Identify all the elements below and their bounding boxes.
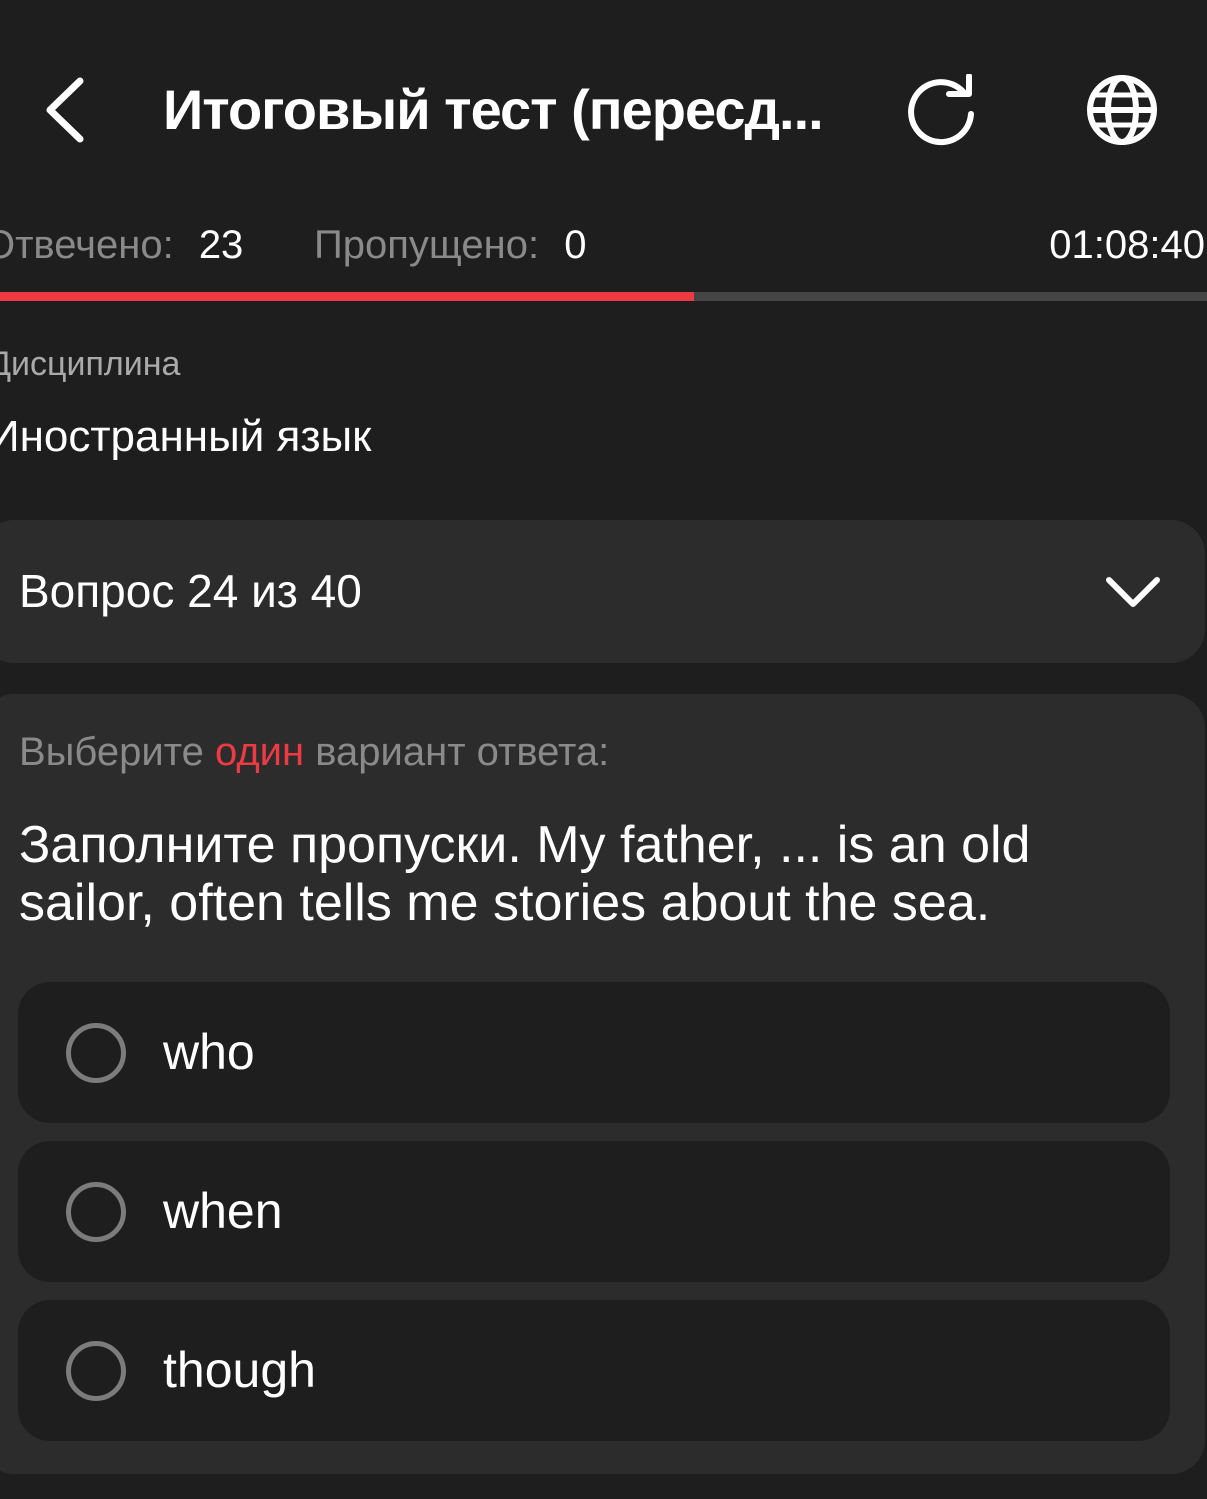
instruction-accent: один — [214, 730, 305, 774]
discipline-value: Иностранный язык — [0, 412, 372, 461]
progress-bar-fill — [0, 292, 695, 301]
progress-bar — [0, 292, 1207, 301]
question-card: Выберите один вариант ответа: Заполните … — [0, 694, 1205, 1474]
timer: 01:08:40 — [1049, 223, 1205, 267]
question-text: Заполните пропуски. My father, ... is an… — [19, 816, 1031, 932]
option-label: who — [163, 1024, 255, 1080]
chevron-left-icon — [46, 77, 84, 143]
skipped-count: Пропущено: 0 — [314, 215, 586, 275]
answer-option-who[interactable]: who — [18, 982, 1170, 1123]
instruction-prefix: Выберите — [19, 730, 204, 774]
language-button[interactable] — [1080, 68, 1164, 152]
skipped-label: Пропущено: — [314, 223, 540, 267]
chevron-down-icon — [1106, 577, 1160, 607]
radio-button[interactable] — [66, 1023, 126, 1083]
radio-button[interactable] — [66, 1341, 126, 1401]
radio-button[interactable] — [66, 1182, 126, 1242]
question-selector[interactable]: Вопрос 24 из 40 — [0, 520, 1205, 663]
question-number: Вопрос 24 из 40 — [19, 565, 362, 617]
refresh-button[interactable] — [900, 70, 986, 150]
answered-value: 23 — [198, 223, 244, 267]
instruction-suffix: вариант ответа: — [315, 730, 610, 774]
refresh-icon — [908, 74, 974, 146]
option-label: though — [163, 1342, 316, 1398]
answered-count: Отвечено: 23 — [0, 215, 243, 275]
skipped-value: 0 — [564, 223, 587, 267]
answer-option-when[interactable]: when — [18, 1141, 1170, 1282]
app-header: Итоговый тест (пересд... — [0, 0, 1207, 210]
answer-option-though[interactable]: though — [18, 1300, 1170, 1441]
answer-instruction: Выберите один вариант ответа: — [19, 724, 609, 780]
back-button[interactable] — [30, 70, 100, 150]
answered-label: Отвечено: — [0, 223, 174, 267]
discipline-label: Дисциплина — [0, 345, 181, 383]
test-stats: Отвечено: 23 Пропущено: 0 01:08:40 — [0, 215, 1207, 275]
option-label: when — [163, 1183, 283, 1239]
page-title: Итоговый тест (пересд... — [163, 78, 824, 141]
globe-icon — [1087, 75, 1157, 145]
